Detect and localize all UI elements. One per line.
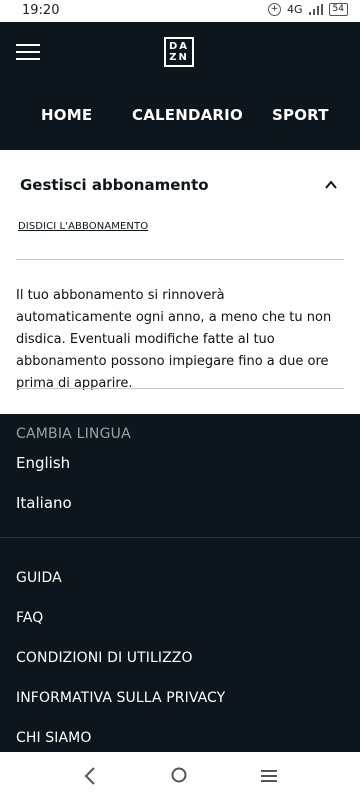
logo-line-2: ZN bbox=[169, 52, 189, 63]
language-option-english[interactable]: English bbox=[16, 454, 70, 472]
recent-apps-icon[interactable] bbox=[261, 769, 277, 783]
status-bar: 19:20 + 4G 54 bbox=[0, 0, 360, 22]
back-icon[interactable] bbox=[82, 766, 98, 786]
divider bbox=[16, 259, 344, 260]
data-saver-icon: + bbox=[268, 3, 282, 16]
subscription-title[interactable]: Gestisci abbonamento bbox=[20, 176, 209, 194]
network-icon: 4G bbox=[287, 3, 303, 16]
status-time: 19:20 bbox=[22, 3, 60, 18]
footer-link-faq[interactable]: FAQ bbox=[16, 610, 43, 626]
signal-icon bbox=[308, 4, 323, 15]
system-nav-bar bbox=[0, 752, 360, 800]
battery-icon: 54 bbox=[328, 3, 348, 16]
footer-divider bbox=[0, 537, 360, 538]
logo-line-1: DA bbox=[168, 41, 190, 52]
footer-link-about[interactable]: CHI SIAMO bbox=[16, 730, 91, 746]
footer-link-terms[interactable]: CONDIZIONI DI UTILIZZO bbox=[16, 650, 193, 666]
divider bbox=[16, 388, 344, 389]
chevron-up-icon[interactable] bbox=[324, 178, 338, 192]
nav-sport[interactable]: SPORT bbox=[272, 106, 329, 124]
nav-calendar[interactable]: CALENDARIO bbox=[132, 106, 243, 124]
footer-link-privacy[interactable]: INFORMATIVA SULLA PRIVACY bbox=[16, 690, 225, 706]
nav-home[interactable]: HOME bbox=[41, 106, 92, 124]
dazn-logo[interactable]: DA ZN bbox=[164, 37, 194, 67]
hamburger-menu-icon[interactable] bbox=[16, 44, 40, 62]
language-heading: CAMBIA LINGUA bbox=[16, 426, 131, 442]
language-option-italiano[interactable]: Italiano bbox=[16, 494, 72, 512]
cancel-subscription-link[interactable]: DISDICI L'ABBONAMENTO bbox=[18, 221, 148, 232]
subscription-panel: Gestisci abbonamento DISDICI L'ABBONAMEN… bbox=[0, 150, 360, 414]
renewal-info-text: Il tuo abbonamento si rinnoverà automati… bbox=[16, 288, 332, 391]
main-nav: HOME CALENDARIO SPORT bbox=[0, 106, 360, 130]
footer-link-guida[interactable]: GUIDA bbox=[16, 570, 62, 586]
status-icons: + 4G 54 bbox=[268, 3, 348, 16]
home-icon[interactable] bbox=[171, 767, 187, 783]
app-header: DA ZN HOME CALENDARIO SPORT bbox=[0, 22, 360, 150]
